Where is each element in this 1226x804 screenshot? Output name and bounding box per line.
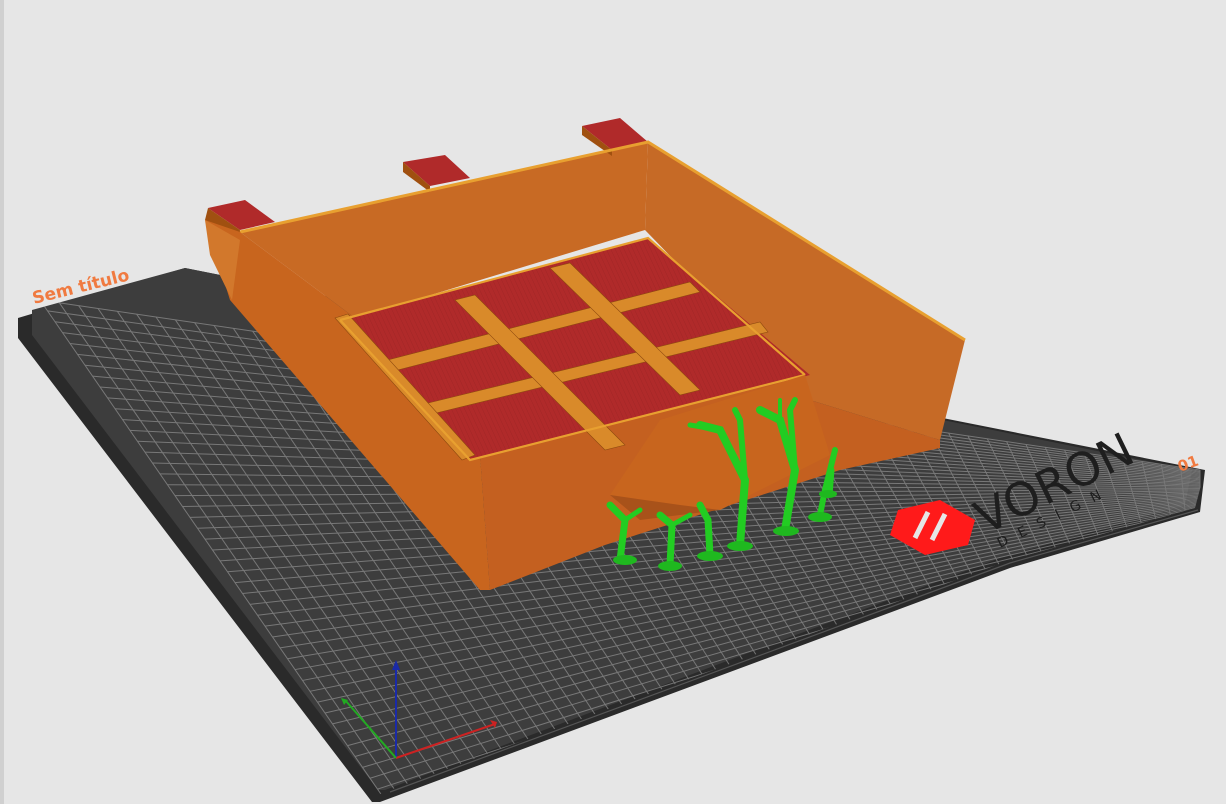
3d-viewport[interactable]: Sem título 01 VORON DESIGN	[0, 0, 1226, 804]
scene-canvas[interactable]: Sem título 01 VORON DESIGN	[0, 0, 1226, 804]
